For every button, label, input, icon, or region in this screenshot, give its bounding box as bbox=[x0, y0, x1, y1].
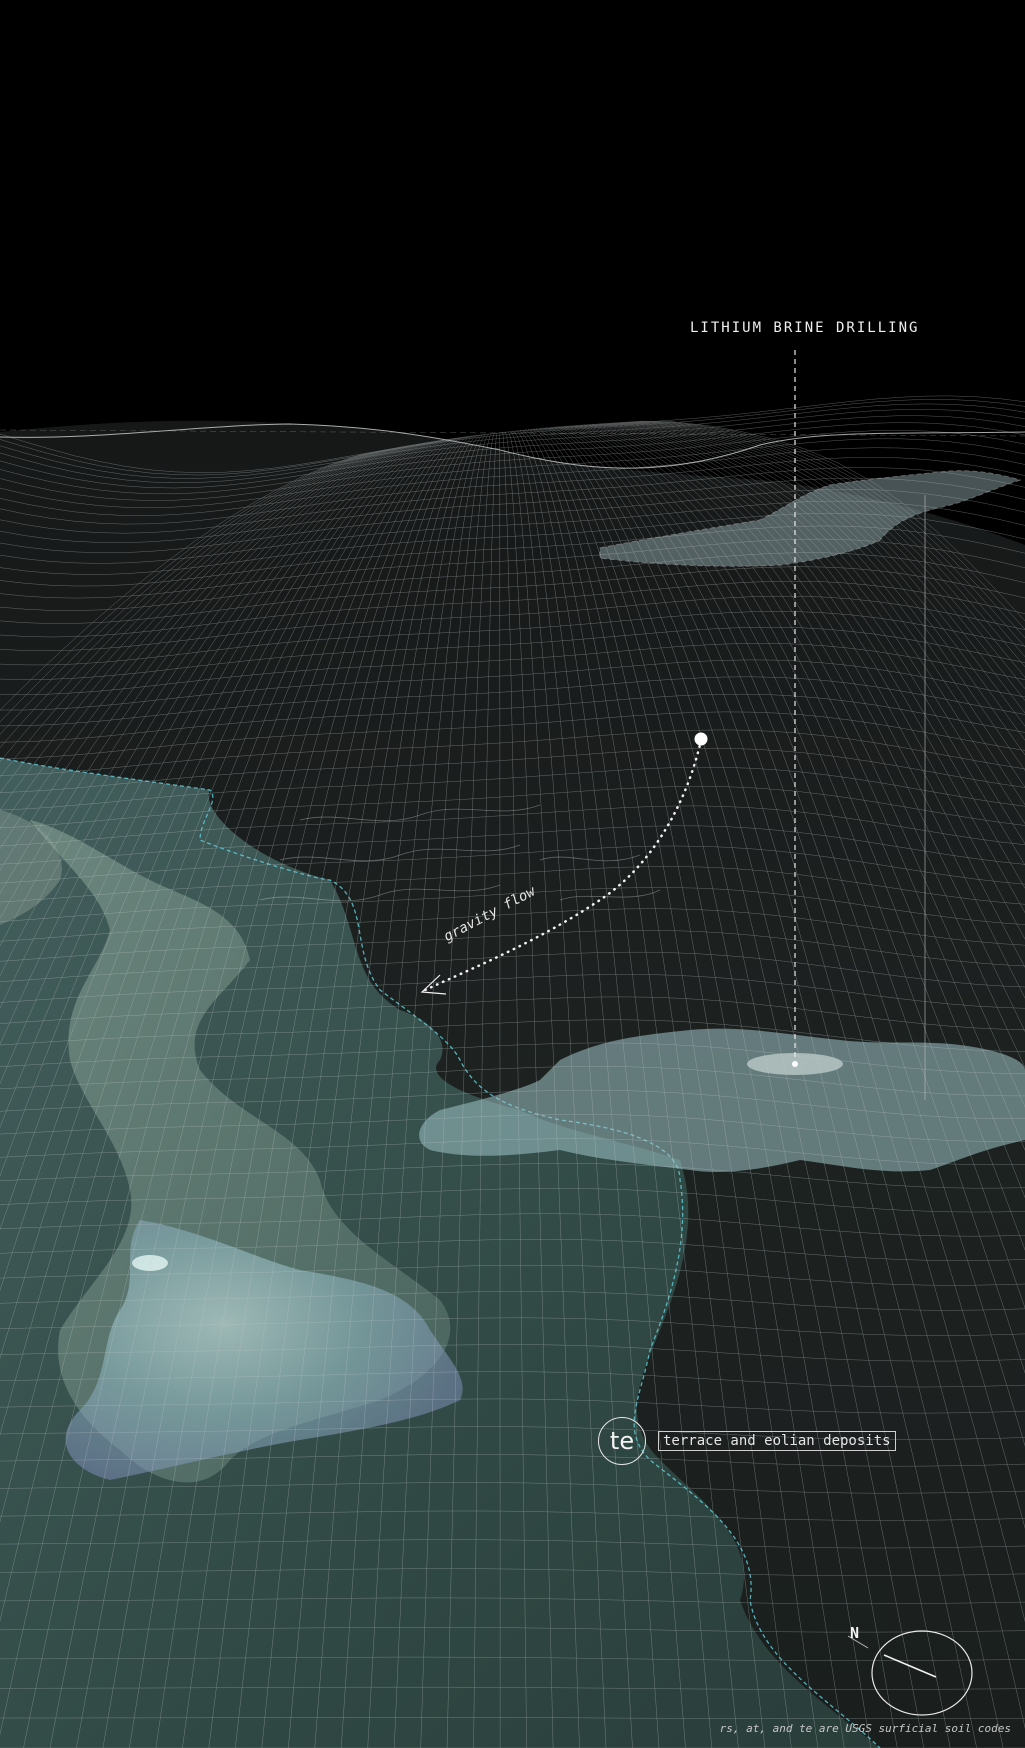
terrain-illustration bbox=[0, 350, 1025, 1748]
drilling-label: LITHIUM BRINE DRILLING bbox=[690, 320, 920, 336]
north-label: N bbox=[850, 1624, 860, 1642]
soil-code-badge: te bbox=[598, 1417, 646, 1465]
drill-point bbox=[792, 1061, 798, 1067]
soil-legend: te terrace and eolian deposits bbox=[598, 1417, 896, 1465]
soil-name-label: terrace and eolian deposits bbox=[658, 1431, 896, 1451]
flow-origin-dot bbox=[694, 732, 708, 746]
soil-code-footnote: rs, at, and te are USGS surficial soil c… bbox=[719, 1722, 1011, 1735]
terrain-map: LITHIUM BRINE DRILLING gravity flow te t… bbox=[0, 0, 1025, 1748]
